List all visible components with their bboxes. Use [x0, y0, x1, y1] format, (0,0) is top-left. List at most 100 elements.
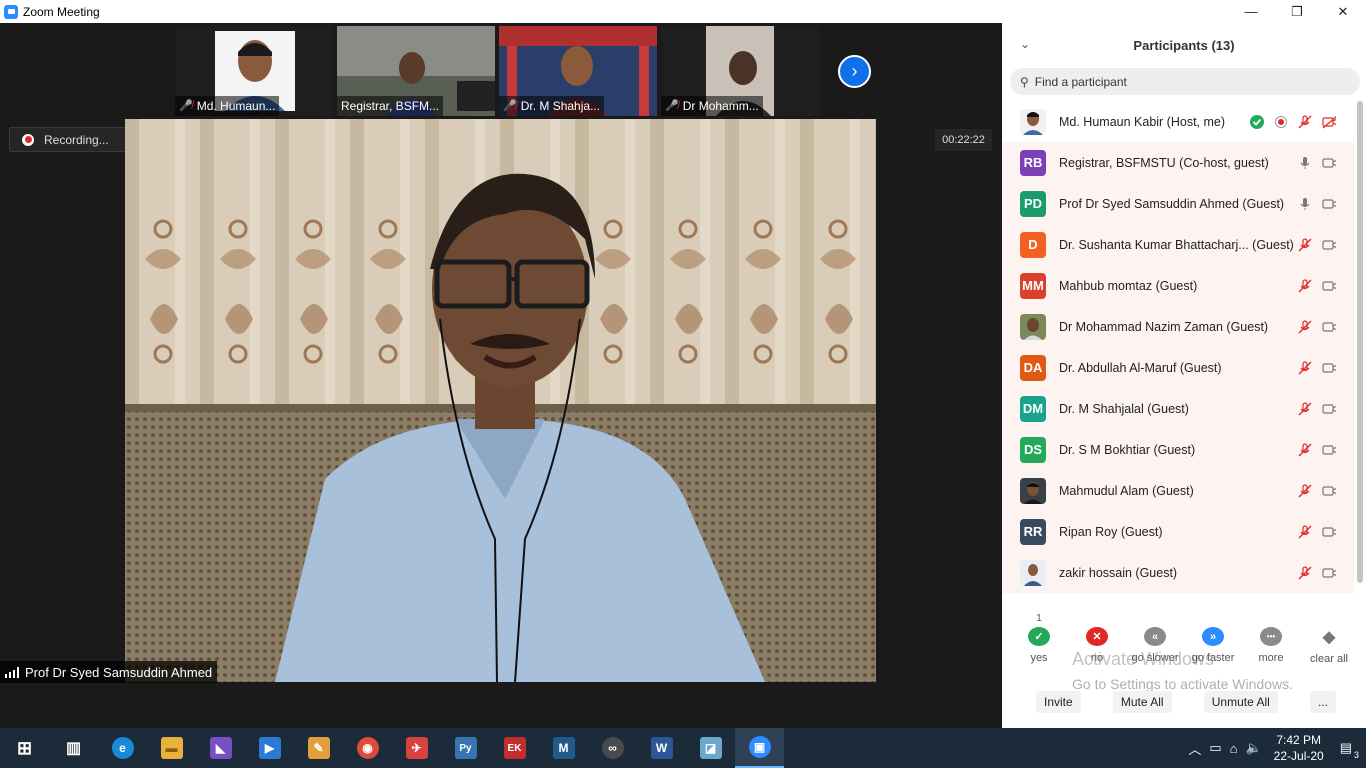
muted-mic-icon[interactable]	[1298, 442, 1312, 457]
unmute-all-button[interactable]: Unmute All	[1203, 691, 1278, 713]
reaction-yes[interactable]: 1 ✓ yes	[1014, 606, 1064, 664]
more-options-button[interactable]: ...	[1309, 691, 1336, 713]
taskbar-sketch-app[interactable]: ◪	[686, 728, 735, 768]
battery-icon[interactable]: ▭	[1209, 740, 1221, 756]
reaction-label: no	[1090, 652, 1104, 664]
muted-mic-icon: 🎤̸	[503, 100, 517, 112]
video-icon[interactable]	[1322, 238, 1336, 252]
participant-row[interactable]: D Dr. Sushanta Kumar Bhattacharj... (Gue…	[1002, 224, 1354, 265]
reaction-go-slower[interactable]: « go slower	[1130, 606, 1180, 664]
participant-row[interactable]: DA Dr. Abdullah Al-Maruf (Guest)	[1002, 347, 1354, 388]
clock[interactable]: 7:42 PM 22-Jul-20	[1274, 732, 1324, 764]
video-icon[interactable]	[1322, 402, 1336, 416]
video-thumbnail[interactable]: 🎤̸ Md. Humaun...	[175, 26, 333, 116]
taskbar-satellite-app[interactable]: ✈	[392, 728, 441, 768]
participant-row[interactable]: RB Registrar, BSFMSTU (Co-host, guest)	[1002, 142, 1354, 183]
video-icon[interactable]	[1322, 566, 1336, 580]
participant-row[interactable]: PD Prof Dr Syed Samsuddin Ahmed (Guest)	[1002, 183, 1354, 224]
mic-icon[interactable]	[1298, 197, 1312, 211]
video-icon[interactable]	[1322, 279, 1336, 293]
taskbar-word[interactable]: W	[637, 728, 686, 768]
chevron-up-icon[interactable]: ︿	[1188, 739, 1201, 758]
notification-icon[interactable]: ▤ 3	[1340, 740, 1359, 760]
video-thumbnail[interactable]: Registrar, BSFM...	[337, 26, 495, 116]
participant-row[interactable]: Dr Mohammad Nazim Zaman (Guest)	[1002, 306, 1354, 347]
search-placeholder: Find a participant	[1034, 74, 1127, 89]
participants-panel: ⌄ Participants (13) ⚲ Find a participant…	[1002, 23, 1366, 728]
muted-mic-icon[interactable]	[1298, 237, 1312, 252]
participant-row[interactable]: Mahmudul Alam (Guest)	[1002, 470, 1354, 511]
taskbar-arduino[interactable]: ∞	[588, 728, 637, 768]
participant-avatar: DM	[1020, 395, 1046, 422]
minimize-button[interactable]: —	[1228, 0, 1274, 23]
close-button[interactable]: ✕	[1320, 0, 1366, 23]
participant-name: Mahbub momtaz (Guest)	[1059, 278, 1198, 293]
muted-mic-icon[interactable]	[1298, 565, 1312, 580]
task-view-button[interactable]: ▥	[49, 728, 98, 768]
video-icon[interactable]	[1322, 525, 1336, 539]
record-icon	[22, 133, 34, 146]
video-icon[interactable]	[1322, 320, 1336, 334]
search-input[interactable]: ⚲ Find a participant	[1010, 68, 1360, 95]
muted-mic-icon[interactable]	[1298, 360, 1312, 375]
taskbar-paint[interactable]: ✎	[294, 728, 343, 768]
muted-mic-icon[interactable]	[1298, 483, 1312, 498]
taskbar-edge[interactable]: e	[98, 728, 147, 768]
thumbnail-label: 🎤̸ Dr Mohamm...	[661, 96, 763, 116]
reaction-more[interactable]: ••• more	[1246, 606, 1296, 664]
video-icon[interactable]	[1322, 484, 1336, 498]
invite-button[interactable]: Invite	[1036, 691, 1081, 713]
recording-indicator[interactable]: Recording...	[9, 127, 133, 152]
video-icon[interactable]	[1322, 443, 1336, 457]
next-page-button[interactable]: ›	[838, 55, 871, 88]
start-button[interactable]: ⊞	[0, 728, 49, 768]
active-speaker-video[interactable]	[125, 119, 876, 682]
participant-row[interactable]: MM Mahbub momtaz (Guest)	[1002, 265, 1354, 306]
muted-mic-icon[interactable]	[1298, 319, 1312, 334]
mic-icon[interactable]	[1298, 156, 1312, 170]
taskbar-matlab[interactable]: M	[539, 728, 588, 768]
paint-icon: ✎	[307, 737, 330, 759]
meeting-timer: 00:22:22	[935, 129, 992, 151]
muted-mic-icon[interactable]	[1298, 114, 1312, 129]
taskbar-media-player[interactable]: ▶	[245, 728, 294, 768]
visual-studio-icon: ◣	[209, 737, 232, 759]
video-icon[interactable]	[1322, 197, 1336, 211]
taskbar-zoom[interactable]: ▣	[735, 728, 784, 768]
participant-avatar: RB	[1020, 149, 1046, 176]
taskbar-ek-app[interactable]: EK	[490, 728, 539, 768]
window-titlebar: Zoom Meeting — ❐ ✕	[0, 0, 1366, 23]
maximize-button[interactable]: ❐	[1274, 0, 1320, 23]
video-thumbnail[interactable]: 🎤̸ Dr Mohamm...	[661, 26, 819, 116]
video-thumbnail[interactable]: 🎤̸ Dr. M Shahja...	[499, 26, 657, 116]
python-icon: Py	[454, 737, 477, 759]
muted-mic-icon[interactable]	[1298, 524, 1312, 539]
muted-mic-icon[interactable]	[1298, 401, 1312, 416]
reaction-no[interactable]: ✕ no	[1072, 606, 1122, 664]
participant-row[interactable]: zakir hossain (Guest)	[1002, 552, 1354, 593]
edge-icon: e	[111, 737, 134, 759]
video-off-icon[interactable]	[1322, 115, 1336, 129]
panel-header: ⌄ Participants (13)	[1002, 23, 1366, 67]
reaction-clear-all[interactable]: ◆ clear all	[1304, 606, 1354, 665]
participant-row[interactable]: DM Dr. M Shahjalal (Guest)	[1002, 388, 1354, 429]
taskbar-visual-studio[interactable]: ◣	[196, 728, 245, 768]
network-icon[interactable]: ⌂	[1230, 741, 1238, 756]
participant-avatar	[1020, 477, 1046, 504]
muted-mic-icon[interactable]	[1298, 278, 1312, 293]
participant-row[interactable]: RR Ripan Roy (Guest)	[1002, 511, 1354, 552]
reaction-go-faster[interactable]: » go faster	[1188, 606, 1238, 664]
participant-row[interactable]: Md. Humaun Kabir (Host, me)	[1002, 101, 1354, 142]
chevron-down-icon[interactable]: ⌄	[1020, 37, 1030, 51]
taskbar-chrome[interactable]: ◉	[343, 728, 392, 768]
participant-row[interactable]: DS Dr. S M Bokhtiar (Guest)	[1002, 429, 1354, 470]
taskbar-file-explorer[interactable]: ▬	[147, 728, 196, 768]
mute-all-button[interactable]: Mute All	[1112, 691, 1172, 713]
video-icon[interactable]	[1322, 156, 1336, 170]
volume-icon[interactable]: 🔈	[1245, 740, 1261, 756]
participant-list-scrollbar[interactable]	[1357, 101, 1363, 583]
taskbar-python[interactable]: Py	[441, 728, 490, 768]
video-icon[interactable]	[1322, 361, 1336, 375]
search-icon: ⚲	[1020, 74, 1029, 89]
more-icon: •••	[1260, 627, 1282, 646]
